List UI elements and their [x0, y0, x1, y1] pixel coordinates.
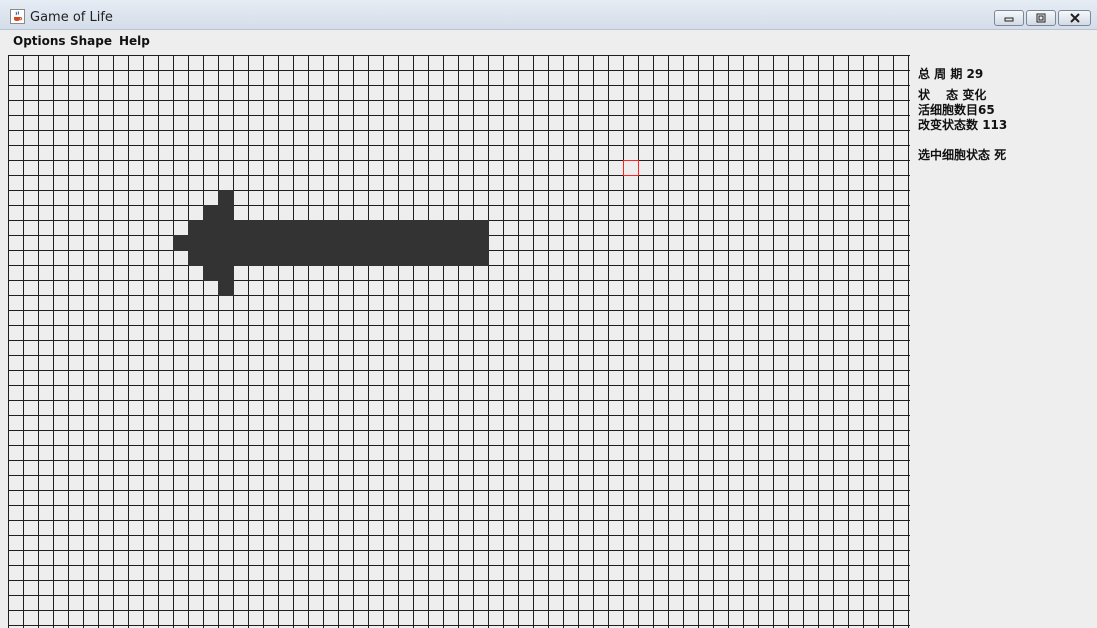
live-cell[interactable]	[188, 250, 204, 266]
live-cell[interactable]	[323, 220, 339, 236]
live-cell[interactable]	[383, 235, 399, 251]
java-cup-icon	[10, 9, 25, 24]
live-cell[interactable]	[218, 280, 234, 296]
live-cell[interactable]	[218, 205, 234, 221]
live-cell[interactable]	[413, 235, 429, 251]
alive-cells-label: 活细胞数目	[918, 103, 979, 117]
live-cell[interactable]	[293, 250, 309, 266]
live-cell[interactable]	[458, 250, 474, 266]
maximize-icon	[1036, 13, 1046, 23]
live-cell[interactable]	[308, 235, 324, 251]
live-cell[interactable]	[233, 220, 249, 236]
live-cell[interactable]	[218, 220, 234, 236]
alive-cells-stat: 活细胞数目65	[918, 102, 995, 118]
live-cell[interactable]	[233, 235, 249, 251]
live-cell[interactable]	[278, 220, 294, 236]
live-cell[interactable]	[398, 250, 414, 266]
state-stat: 状 态 变化	[918, 87, 986, 103]
maximize-button[interactable]	[1026, 10, 1056, 26]
live-cell[interactable]	[248, 250, 264, 266]
live-cell[interactable]	[248, 235, 264, 251]
live-cell[interactable]	[428, 235, 444, 251]
live-cell[interactable]	[173, 235, 189, 251]
close-button[interactable]	[1058, 10, 1091, 26]
live-cell[interactable]	[248, 220, 264, 236]
live-cell[interactable]	[443, 235, 459, 251]
live-cell[interactable]	[353, 220, 369, 236]
alive-cells-value: 65	[978, 103, 995, 117]
changed-cells-stat: 改变状态数 113	[918, 117, 1007, 133]
live-cell[interactable]	[368, 235, 384, 251]
generation-label: 总 周 期	[918, 67, 963, 81]
live-cell[interactable]	[323, 250, 339, 266]
generation-stat: 总 周 期 29	[918, 66, 983, 82]
live-cell[interactable]	[398, 235, 414, 251]
live-cell[interactable]	[443, 250, 459, 266]
live-cell[interactable]	[263, 250, 279, 266]
changed-cells-label: 改变状态数	[918, 118, 979, 132]
live-cell[interactable]	[203, 220, 219, 236]
live-cell[interactable]	[383, 220, 399, 236]
menu-bar: Options Shape Help	[0, 30, 1097, 52]
life-grid[interactable]	[8, 55, 910, 628]
window-title: Game of Life	[30, 10, 113, 25]
live-cell[interactable]	[428, 220, 444, 236]
live-cell[interactable]	[203, 250, 219, 266]
state-label: 状 态	[918, 88, 959, 102]
live-cell[interactable]	[458, 220, 474, 236]
selected-cell-value: 死	[994, 148, 1007, 162]
live-cell[interactable]	[293, 220, 309, 236]
live-cell[interactable]	[473, 250, 489, 266]
live-cell[interactable]	[263, 220, 279, 236]
menu-help[interactable]: Help	[119, 33, 150, 49]
live-cell[interactable]	[398, 220, 414, 236]
changed-cells-value: 113	[982, 118, 1008, 132]
live-cell[interactable]	[278, 250, 294, 266]
live-cell[interactable]	[233, 250, 249, 266]
live-cell[interactable]	[203, 205, 219, 221]
live-cell[interactable]	[353, 250, 369, 266]
live-cell[interactable]	[263, 235, 279, 251]
selected-cell-label: 选中细胞状态	[918, 148, 991, 162]
state-value: 变化	[962, 88, 987, 102]
live-cell[interactable]	[338, 220, 354, 236]
live-cell[interactable]	[428, 250, 444, 266]
live-cell[interactable]	[458, 235, 474, 251]
live-cell[interactable]	[218, 190, 234, 206]
menu-shape[interactable]: Shape	[70, 33, 112, 49]
live-cell[interactable]	[308, 250, 324, 266]
live-cell[interactable]	[278, 235, 294, 251]
live-cell[interactable]	[413, 220, 429, 236]
live-cell[interactable]	[323, 235, 339, 251]
live-cell[interactable]	[203, 265, 219, 281]
live-cell[interactable]	[188, 220, 204, 236]
live-cell[interactable]	[308, 220, 324, 236]
minimize-button[interactable]	[994, 10, 1024, 26]
live-cell[interactable]	[368, 220, 384, 236]
generation-value: 29	[966, 67, 984, 81]
live-cell[interactable]	[473, 220, 489, 236]
live-cell[interactable]	[473, 235, 489, 251]
live-cell[interactable]	[338, 250, 354, 266]
live-cell[interactable]	[443, 220, 459, 236]
live-cell[interactable]	[413, 250, 429, 266]
live-cell[interactable]	[383, 250, 399, 266]
live-cell[interactable]	[218, 250, 234, 266]
live-cell[interactable]	[353, 235, 369, 251]
live-cell[interactable]	[188, 235, 204, 251]
close-icon	[1069, 13, 1080, 23]
live-cell[interactable]	[218, 235, 234, 251]
live-cell[interactable]	[368, 250, 384, 266]
live-cell[interactable]	[203, 235, 219, 251]
game-of-life-window: Game of Life Options Shape Help 总 周 期 29…	[0, 0, 1097, 628]
selected-cell-stat: 选中细胞状态 死	[918, 147, 1006, 163]
minimize-icon	[1004, 17, 1014, 22]
live-cell[interactable]	[218, 265, 234, 281]
menu-options[interactable]: Options	[13, 33, 66, 49]
live-cell[interactable]	[293, 235, 309, 251]
title-bar[interactable]: Game of Life	[0, 0, 1097, 30]
live-cell[interactable]	[338, 235, 354, 251]
selected-cell-marker	[623, 160, 639, 176]
